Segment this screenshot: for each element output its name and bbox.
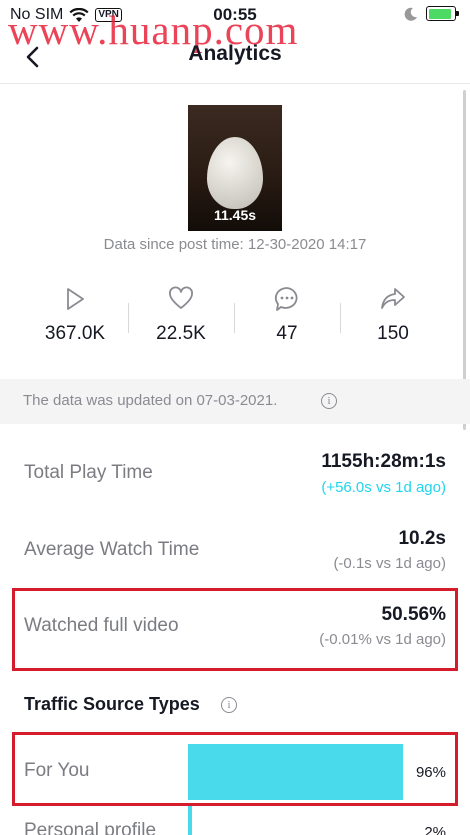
data-since-text: Data since post time: 12-30-2020 14:17 <box>103 236 367 253</box>
data-updated-text: The data was updated on 07-03-2021. <box>23 392 278 409</box>
data-updated-banner: The data was updated on 07-03-2021. i <box>0 379 470 424</box>
moon-icon <box>404 7 417 21</box>
comment-icon <box>274 287 298 311</box>
video-duration: 11.45s <box>213 207 257 223</box>
views-count: 367.0K <box>44 323 106 344</box>
traffic-percent: 2% <box>424 824 446 835</box>
metric-label: Average Watch Time <box>24 539 200 560</box>
likes-count: 22.5K <box>156 323 206 344</box>
stat-shares: 150 <box>340 285 446 355</box>
metric-average-watch-time: Average Watch Time 10.2s (-0.1s vs 1d ag… <box>0 527 470 577</box>
traffic-label: For You <box>24 760 90 781</box>
share-icon <box>381 288 405 309</box>
metric-delta: (-0.1s vs 1d ago) <box>333 555 446 572</box>
metric-total-play-time: Total Play Time 1155h:28m:1s (+56.0s vs … <box>0 450 470 500</box>
info-icon[interactable]: i <box>221 697 237 713</box>
play-icon <box>67 288 84 310</box>
video-stats: 367.0K 22.5K 47 150 <box>22 285 446 355</box>
metric-value: 1155h:28m:1s <box>321 451 446 472</box>
battery-icon <box>426 6 459 21</box>
shares-count: 150 <box>377 323 409 344</box>
traffic-row-for-you: For You 96% <box>0 744 470 800</box>
metric-value: 10.2s <box>398 528 446 549</box>
header: Analytics <box>0 30 470 84</box>
traffic-percent: 96% <box>415 764 446 781</box>
metric-delta: (-0.01% vs 1d ago) <box>319 631 446 648</box>
info-icon[interactable]: i <box>321 393 337 409</box>
comments-count: 47 <box>276 323 298 344</box>
metric-label: Watched full video <box>24 615 179 636</box>
metric-label: Total Play Time <box>24 462 153 483</box>
page-title: Analytics <box>188 42 282 65</box>
metric-value: 50.56% <box>381 604 446 625</box>
stat-likes: 22.5K <box>128 285 234 355</box>
metric-watched-full-video: Watched full video 50.56% (-0.01% vs 1d … <box>0 603 470 653</box>
traffic-section-title: Traffic Source Types <box>24 694 200 714</box>
traffic-label: Personal profile <box>24 820 157 835</box>
traffic-bar <box>188 744 403 800</box>
status-right <box>404 6 459 21</box>
video-thumbnail[interactable]: 11.45s <box>188 105 282 231</box>
metric-delta: (+56.0s vs 1d ago) <box>321 479 446 496</box>
stat-comments: 47 <box>234 285 340 355</box>
traffic-row-personal-profile: Personal profile 2% <box>0 806 470 835</box>
egg-image <box>207 137 263 209</box>
traffic-bar <box>188 806 192 835</box>
stat-views: 367.0K <box>22 285 128 355</box>
heart-icon <box>169 286 193 309</box>
